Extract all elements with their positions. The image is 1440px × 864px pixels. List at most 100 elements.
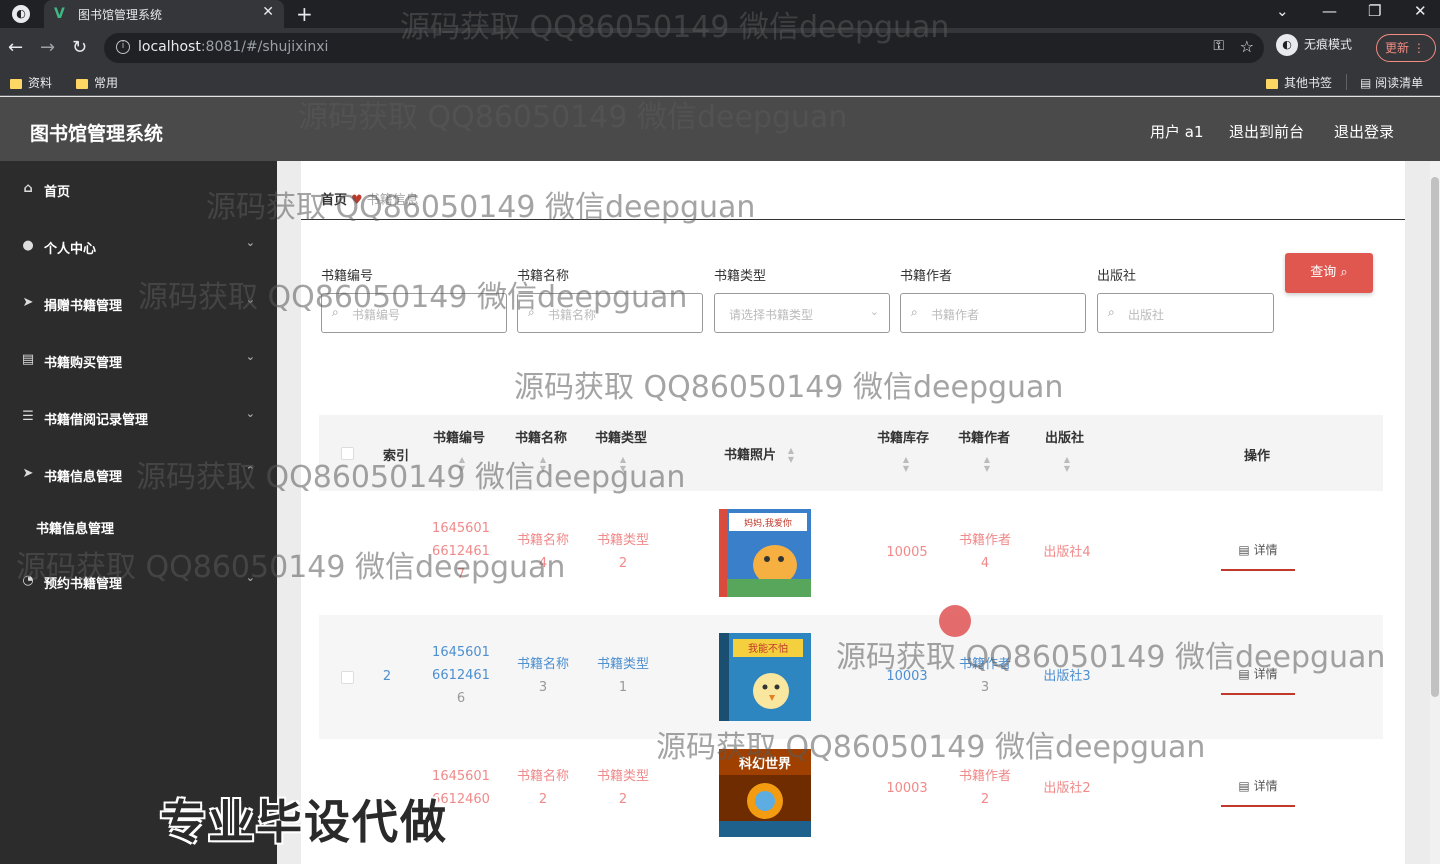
book-type-label: 书籍类型 <box>714 269 767 284</box>
name-part: 2 <box>538 792 548 807</box>
sort-icon[interactable]: ▲ ▼ <box>613 455 633 473</box>
close-icon[interactable]: ✕ <box>262 4 274 20</box>
col-stock[interactable]: 书籍库存 <box>877 427 929 446</box>
col-photo[interactable]: 书籍照片 <box>724 444 776 463</box>
sidebar-item-reservation[interactable]: ◔ 预约书籍管理 ⌄ <box>0 561 277 601</box>
bookmark-folder[interactable]: 资料 <box>10 74 52 91</box>
logout-link[interactable]: 退出登录 <box>1334 121 1394 142</box>
col-code[interactable]: 书籍编号 <box>433 427 485 446</box>
book-author-input[interactable]: ⌕ 书籍作者 <box>900 293 1086 333</box>
input-placeholder: 出版社 <box>1128 308 1165 322</box>
detail-button[interactable]: ▤ 详情 <box>1221 659 1295 695</box>
sidebar-item-label: 书籍信息管理 <box>44 470 123 485</box>
star-icon[interactable]: ☆ <box>1240 37 1254 56</box>
book-code-label: 书籍编号 <box>321 269 374 284</box>
tab-search-icon[interactable]: ⌄ <box>1276 2 1289 20</box>
select-all-checkbox[interactable] <box>341 447 354 460</box>
back-to-front-link[interactable]: 退出到前台 <box>1229 121 1304 142</box>
reading-list[interactable]: ▤ 阅读清单 <box>1360 74 1423 91</box>
chevron-down-icon: ⌄ <box>245 293 255 306</box>
code-part: 1645601 <box>432 645 490 660</box>
cover-title: 妈妈,我爱你 <box>744 517 792 529</box>
bookmarks-bar: 资料 常用 其他书签 ▤ 阅读清单 <box>0 68 1440 96</box>
bookmark-label: 资料 <box>28 76 53 90</box>
author-part: 4 <box>980 556 990 571</box>
select-placeholder: 请选择书籍类型 <box>729 308 814 322</box>
input-placeholder: 书籍名称 <box>548 308 597 322</box>
book-cover-image[interactable]: 我能不怕 <box>715 631 815 723</box>
book-name-input[interactable]: ⌕ 书籍名称 <box>517 293 703 333</box>
book-type-select[interactable]: 请选择书籍类型 ⌄ <box>714 293 890 333</box>
code-part: 1645601 <box>432 521 490 536</box>
incognito-icon[interactable]: ◐ <box>12 5 30 23</box>
cell-stock: 10005 <box>886 545 928 560</box>
search-icon: ⌕ <box>911 305 918 319</box>
sidebar-item-borrow-records[interactable]: ☰ 书籍借阅记录管理 ⌄ <box>0 397 277 437</box>
col-index: 索引 <box>383 449 410 464</box>
sort-icon[interactable]: ▲ ▼ <box>452 455 472 473</box>
site-info-icon[interactable]: i <box>116 40 130 54</box>
sort-icon[interactable]: ▲ ▼ <box>533 455 553 473</box>
sort-icon[interactable]: ▲ ▼ <box>1057 455 1077 473</box>
row-checkbox[interactable] <box>341 671 354 684</box>
cell-name: 书籍名称 2 <box>507 765 579 811</box>
minimize-icon[interactable]: — <box>1322 2 1337 20</box>
name-part: 书籍名称 <box>516 533 569 548</box>
code-part: 6 <box>456 691 466 706</box>
sidebar-subitem-book-info[interactable]: 书籍信息管理 <box>0 506 277 546</box>
book-cover-image[interactable]: 科幻世界 <box>715 747 815 839</box>
incognito-profile[interactable]: ◐ 无痕模式 <box>1276 34 1352 56</box>
breadcrumb-home[interactable]: 首页 <box>321 193 347 208</box>
type-part: 2 <box>618 792 628 807</box>
cell-publisher: 出版社3 <box>1043 669 1091 684</box>
browser-tab[interactable]: V 图书馆管理系统 ✕ <box>44 0 284 28</box>
bookmark-folder[interactable]: 常用 <box>76 74 118 91</box>
col-author[interactable]: 书籍作者 <box>958 427 1010 446</box>
update-button[interactable]: 更新 ⋮ <box>1376 34 1436 62</box>
bookmark-label: 常用 <box>94 76 119 90</box>
col-publisher[interactable]: 出版社 <box>1045 427 1084 446</box>
folder-icon <box>76 78 88 89</box>
forward-icon[interactable]: → <box>40 37 55 58</box>
sort-icon[interactable]: ▲ ▼ <box>977 455 997 473</box>
sidebar-item-purchase[interactable]: ▤ 书籍购买管理 ⌄ <box>0 340 277 380</box>
col-type[interactable]: 书籍类型 <box>595 427 647 446</box>
sidebar-item-label: 书籍借阅记录管理 <box>44 413 149 428</box>
bookmark-label: 其他书签 <box>1284 76 1333 90</box>
sidebar-item-donation[interactable]: ➤ 捐赠书籍管理 ⌄ <box>0 283 277 323</box>
maximize-icon[interactable]: ❐ <box>1368 2 1381 20</box>
col-name[interactable]: 书籍名称 <box>515 427 567 446</box>
key-icon[interactable]: ⚿ <box>1213 38 1224 54</box>
book-cover-image[interactable]: 妈妈,我爱你 <box>715 507 815 599</box>
book-code-input[interactable]: ⌕ 书籍编号 <box>321 293 507 333</box>
sort-icon[interactable]: ▲ ▼ <box>896 455 916 473</box>
detail-button[interactable]: ▤ 详情 <box>1221 535 1295 571</box>
sidebar-item-label: 预约书籍管理 <box>44 577 123 592</box>
sidebar-item-book-info[interactable]: ➤ 书籍信息管理 ⌃ <box>0 454 277 494</box>
detail-button[interactable]: ▤ 详情 <box>1221 771 1295 807</box>
chevron-down-icon: ⌄ <box>245 350 255 363</box>
sidebar-item-home[interactable]: ⌂ 首页 <box>0 169 277 209</box>
scrollbar-thumb[interactable] <box>1431 177 1439 697</box>
back-icon[interactable]: ← <box>8 37 23 58</box>
author-part: 书籍作者 <box>958 657 1011 672</box>
home-icon: ⌂ <box>23 181 33 196</box>
table-row: 2 1645601 6612461 6 书籍名称 3 书籍类型 1 我能不怕 10003… <box>319 615 1383 739</box>
window-close-icon[interactable]: ✕ <box>1414 2 1427 20</box>
publisher-input[interactable]: ⌕ 出版社 <box>1097 293 1274 333</box>
sidebar-item-personal-center[interactable]: ● 个人中心 ⌄ <box>0 226 277 266</box>
query-button[interactable]: 查询 ⌕ <box>1285 253 1373 293</box>
cell-publisher: 出版社4 <box>1043 545 1091 560</box>
detail-label: 详情 <box>1253 779 1278 793</box>
breadcrumb: 首页 ♥ 书籍信息 <box>321 189 419 208</box>
reload-icon[interactable]: ↻ <box>72 37 87 58</box>
cell-type: 书籍类型 2 <box>587 529 659 575</box>
url-input[interactable]: i localhost:8081/#/shujixinxi ⚿ ☆ <box>104 33 1264 63</box>
book-name-label: 书籍名称 <box>517 269 570 284</box>
detail-label: 详情 <box>1253 543 1278 557</box>
scrollbar[interactable] <box>1430 161 1440 864</box>
sort-icon[interactable]: ▲ ▼ <box>781 446 801 464</box>
other-bookmarks[interactable]: 其他书签 <box>1266 74 1332 91</box>
new-tab-icon[interactable]: + <box>296 2 313 26</box>
code-part: 6612461 <box>432 668 490 683</box>
